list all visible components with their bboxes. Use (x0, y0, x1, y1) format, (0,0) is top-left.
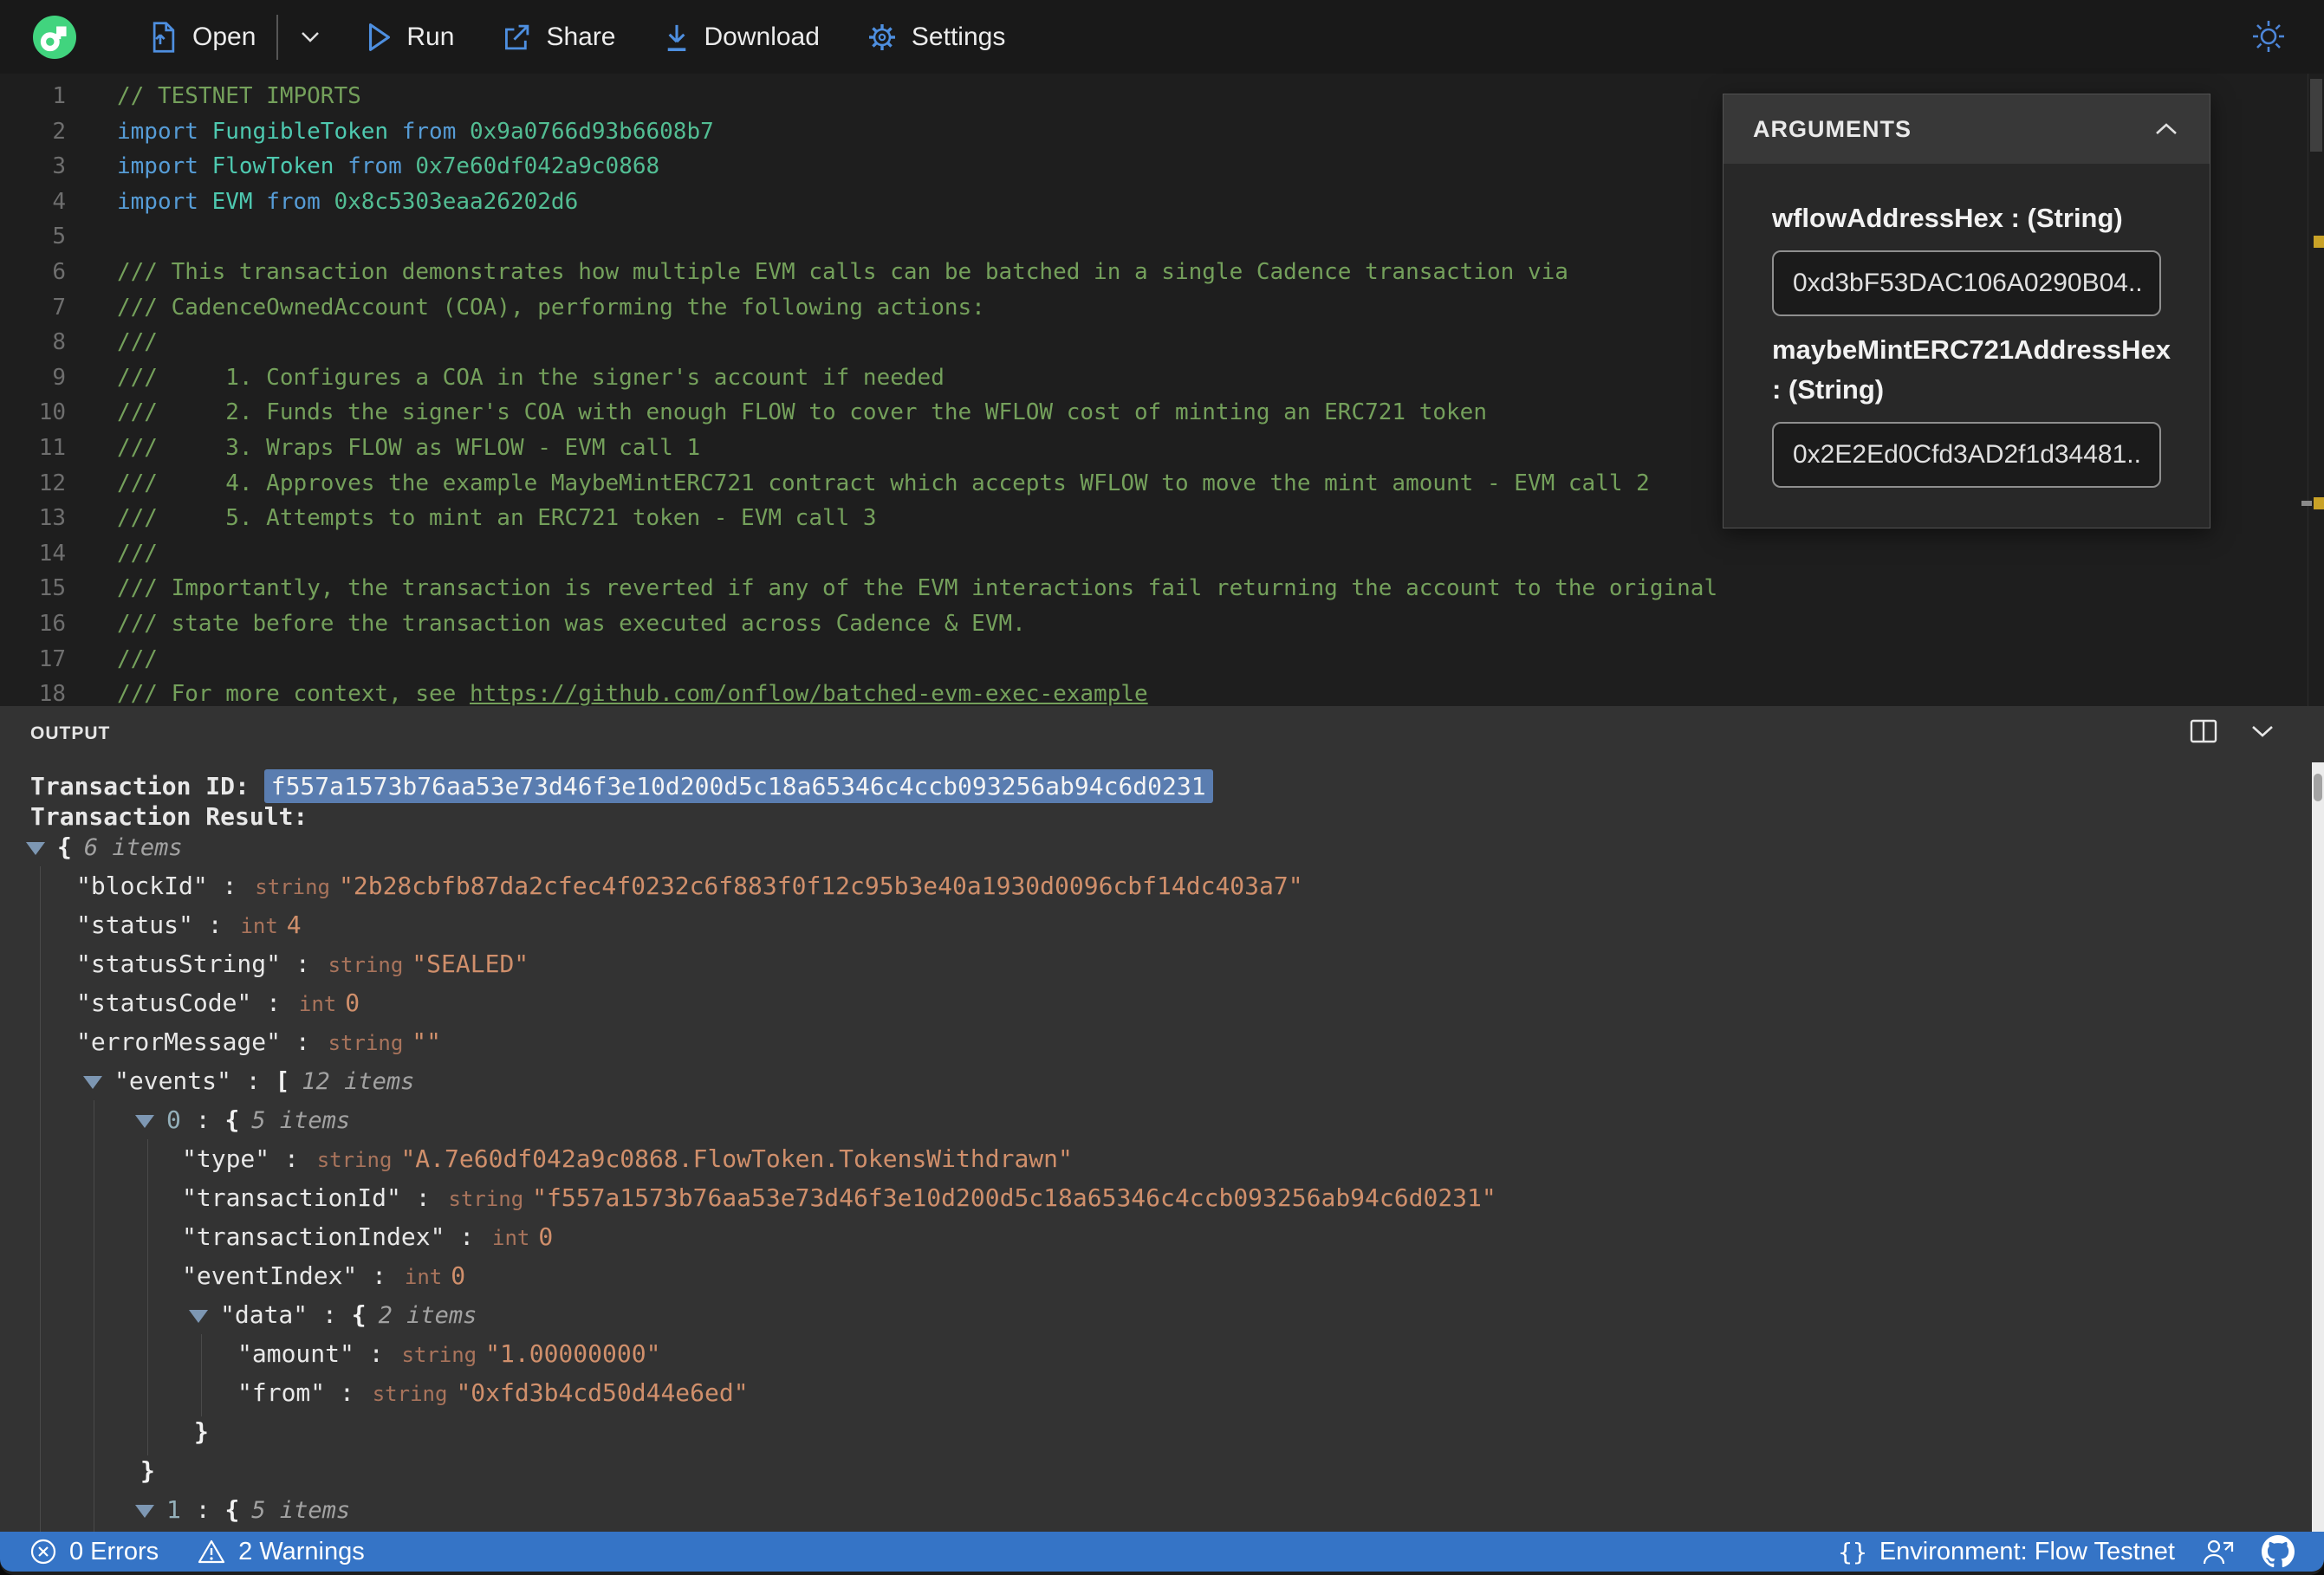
open-dropdown-button[interactable] (289, 22, 332, 53)
open-button[interactable]: Open (137, 14, 268, 61)
json-row-event0: 0 : {5 items (135, 1103, 350, 1138)
status-bar: 0 Errors 2 Warnings {} Environment: Flow… (0, 1532, 2324, 1572)
transaction-id-row: Transaction ID: f557a1573b76aa53e73d46f3… (30, 769, 1213, 804)
share-icon (505, 24, 529, 49)
arguments-panel: ARGUMENTS wflowAddressHex : (String) may… (1723, 94, 2210, 528)
json-close-data: } (194, 1417, 209, 1446)
arguments-title: ARGUMENTS (1753, 115, 1912, 142)
transaction-id-value: f557a1573b76aa53e73d46f3e10d200d5c18a653… (263, 769, 1213, 803)
json-row-amount: "amount" : string "1.00000000" (237, 1339, 661, 1368)
json-row-transactionId: "transactionId" : string "f557a1573b76aa5… (182, 1183, 1496, 1212)
collapse-triangle-icon[interactable] (189, 1310, 208, 1323)
warnings-status[interactable]: 2 Warnings (197, 1538, 365, 1566)
json-row-type: "type" : string "A.7e60df042a9c0868.FlowT… (182, 1144, 1073, 1173)
download-label: Download (704, 22, 820, 51)
toolbar: Open Run Share Download Settings (0, 0, 2324, 74)
code-line-17: 17/// (38, 645, 158, 672)
open-file-icon (153, 21, 175, 53)
errors-count: 0 Errors (69, 1537, 159, 1565)
github-example-link[interactable]: https://github.com/onflow/batched-evm-ex… (470, 681, 1148, 706)
download-icon (667, 24, 685, 51)
collapse-triangle-icon[interactable] (26, 842, 45, 855)
arg-input-wflowAddressHex[interactable] (1772, 250, 2161, 316)
braces-icon: {} (1838, 1537, 1867, 1566)
chevron-up-icon[interactable] (2152, 120, 2180, 138)
arg-label-maybeMintERC721AddressHex: maybeMintERC721AddressHex : (String) (1772, 334, 2171, 405)
json-row-blockId: "blockId" : string "2b28cbfb87da2cfec4f02… (76, 872, 1303, 900)
indent-guide (147, 1139, 148, 1455)
json-row-statusString: "statusString" : string "SEALED" (76, 950, 529, 978)
warnings-count: 2 Warnings (238, 1537, 365, 1565)
run-button[interactable]: Run (354, 16, 466, 59)
code-line-14: 14/// (38, 540, 158, 567)
json-close-event0: } (140, 1456, 155, 1485)
toolbar-divider (276, 14, 279, 60)
split-editor-icon[interactable] (2189, 718, 2218, 744)
output-title: OUTPUT (30, 723, 111, 743)
flow-logo-icon (33, 15, 76, 59)
share-button[interactable]: Share (489, 15, 627, 60)
json-row-events: "events" : [12 items (83, 1064, 414, 1099)
play-icon (369, 23, 391, 51)
feedback-person-icon[interactable] (2201, 1536, 2236, 1567)
light-mode-toggle-icon[interactable] (2248, 16, 2289, 57)
run-label: Run (406, 22, 455, 51)
collapse-triangle-icon[interactable] (83, 1076, 102, 1089)
settings-button[interactable]: Settings (854, 15, 1017, 60)
chevron-down-icon (302, 31, 320, 42)
output-panel: OUTPUT Transaction ID: f557a1573b76aa53e… (0, 706, 2324, 1556)
indent-guide (201, 1334, 202, 1416)
json-row-transactionIndex: "transactionIndex" : int 0 (182, 1222, 554, 1251)
json-row-status: "status" : int 4 (76, 911, 302, 939)
json-row-statusCode: "statusCode" : int 0 (76, 988, 360, 1017)
json-row-data: "data" : {2 items (189, 1298, 477, 1332)
error-circle-icon (30, 1539, 56, 1565)
github-icon[interactable] (2262, 1535, 2295, 1568)
environment-label: Environment: Flow Testnet (1879, 1537, 2175, 1565)
warning-triangle-icon (198, 1539, 225, 1564)
arg-label-wflowAddressHex: wflowAddressHex : (String) (1772, 203, 2123, 233)
arguments-header[interactable]: ARGUMENTS (1724, 94, 2210, 164)
arguments-body: wflowAddressHex : (String) maybeMintERC7… (1724, 164, 2210, 528)
output-scrollbar-track[interactable] (2312, 762, 2324, 1532)
share-label: Share (546, 22, 616, 51)
errors-status[interactable]: 0 Errors (29, 1538, 159, 1566)
warning-overview-mark (2314, 236, 2324, 248)
json-row-from: "from" : string "0xfd3b4cd50d44e6ed" (237, 1378, 749, 1407)
json-row-errorMessage: "errorMessage" : string "" (76, 1027, 442, 1056)
warning-overview-mark (2314, 497, 2324, 509)
json-root-row: {6 items (26, 830, 183, 865)
gear-icon (868, 23, 895, 50)
transaction-result-row: Transaction Result: (30, 802, 308, 831)
settings-label: Settings (911, 22, 1006, 51)
editor-scrollbar-thumb[interactable] (2310, 79, 2322, 152)
output-scrollbar-thumb[interactable] (2314, 774, 2322, 801)
collapse-triangle-icon[interactable] (135, 1505, 154, 1518)
overview-ruler-mark (2301, 501, 2312, 506)
open-label: Open (192, 22, 256, 51)
indent-guide (40, 866, 41, 1532)
arg-input-maybeMintERC721AddressHex[interactable] (1772, 422, 2161, 488)
json-row-event1: 1 : {5 items (135, 1493, 350, 1527)
code-line-18: 18/// For more context, see https://gith… (38, 681, 1148, 706)
app-window: Open Run Share Download Settings 1 // TE… (0, 0, 2324, 1575)
code-line-16: 16/// state before the transaction was e… (38, 610, 1026, 637)
collapse-output-chevron-icon[interactable] (2248, 722, 2277, 741)
download-button[interactable]: Download (651, 15, 832, 60)
environment-status[interactable]: {} Environment: Flow Testnet (1838, 1538, 2175, 1566)
json-row-eventIndex: "eventIndex" : int 0 (182, 1261, 466, 1290)
code-line-15: 15/// Importantly, the transaction is re… (38, 575, 1718, 602)
collapse-triangle-icon[interactable] (135, 1115, 154, 1128)
